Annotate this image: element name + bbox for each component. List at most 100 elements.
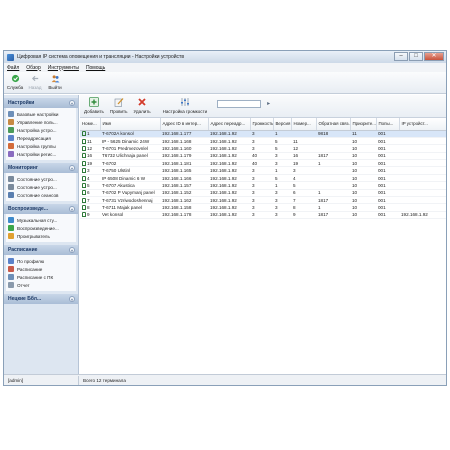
row-number: 1	[87, 131, 90, 137]
table-row[interactable]: 11 IP - 5625 Dinamic 24W 192.168.1.168 192.…	[80, 137, 446, 146]
table-cell	[316, 137, 350, 146]
table-cell	[399, 181, 446, 190]
collapse-icon[interactable]: ˄	[69, 247, 75, 253]
sidebar-item-playback[interactable]: Воспроизведение...	[8, 224, 76, 232]
sidebar-item-schedule[interactable]: Расписание	[8, 265, 76, 273]
table-cell: 1	[316, 159, 350, 168]
table-cell: 16	[80, 152, 100, 161]
table-row[interactable]: 4 IP 6508 Dinamic 6 W 192.168.1.166 192.168…	[80, 174, 446, 183]
back-icon	[31, 75, 38, 82]
sidebar-item-session-status[interactable]: Состояние сеансов	[8, 191, 76, 199]
column-header[interactable]: Приорите...	[350, 118, 377, 131]
player-icon	[8, 233, 14, 239]
sidebar-header-schedule[interactable]: Расписание ˄	[4, 245, 78, 255]
table-cell: IP 6508 Dinamic 6 W	[100, 174, 160, 183]
table-cell: T-6702	[100, 159, 160, 168]
sidebar-header-playback[interactable]: Воспроизведе... ˄	[4, 204, 78, 214]
sidebar-item-device-status-2[interactable]: Состояние устро...	[8, 183, 76, 191]
volume-settings-label: Настройка громкости	[162, 109, 208, 114]
sidebar-item-basic-settings[interactable]: Базовые настройки	[8, 110, 76, 118]
table-row[interactable]: 6 T-6702 P Vupymanj panel 192.168.1.152 192…	[80, 189, 446, 198]
collapse-icon[interactable]: ˄	[69, 100, 75, 106]
menu-help[interactable]: Помощь	[86, 65, 105, 71]
sidebar-item-registration-settings[interactable]: Настройки регис...	[8, 150, 76, 158]
table-row[interactable]: 9 Vet konsol 192.168.1.178 192.168.1.92 3 3 9 1…	[80, 211, 446, 220]
sidebar-item-by-profile[interactable]: По профилю	[8, 257, 76, 265]
column-header[interactable]: Номе...	[80, 118, 101, 131]
table-cell: T-6702A konsol	[100, 130, 160, 138]
table-row[interactable]: 7 T-6731 Vzriwodoshennaj 192.168.1.162 192.…	[80, 196, 446, 205]
filter-icon[interactable]: ▸	[267, 101, 273, 107]
column-header[interactable]: Адрес переадр...	[208, 118, 251, 131]
sidebar-item-player[interactable]: Проигрыватель	[8, 232, 76, 240]
column-header[interactable]: Номер...	[291, 118, 317, 131]
close-button[interactable]: ✕	[424, 52, 444, 61]
filter-input[interactable]	[217, 100, 262, 108]
maximize-button[interactable]: □	[409, 52, 423, 61]
column-header[interactable]: Обратная связ...	[316, 118, 351, 131]
column-header[interactable]: Громкость	[250, 118, 274, 131]
table-row[interactable]: 3 T-6750 Ulstinl 192.168.1.165 192.168.1.92…	[80, 166, 446, 175]
terminal-icon	[82, 145, 86, 151]
volume-settings-button[interactable]: Настройка громкости	[162, 97, 208, 114]
table-cell: 192.168.1.92	[208, 196, 250, 205]
column-header[interactable]: IP устройст...	[399, 118, 446, 131]
minimize-button[interactable]: –	[394, 52, 408, 61]
table-cell: 9	[291, 211, 316, 220]
sidebar-header-settings[interactable]: Настройки ˄	[4, 98, 78, 108]
session-icon	[8, 192, 14, 198]
sidebar-header-other[interactable]: Нецкие Ббл... ˅	[4, 294, 78, 304]
table-row[interactable]: 1 T-6702A konsol 192.168.1.177 192.168.1.92…	[80, 130, 446, 138]
service-icon	[11, 74, 19, 83]
table-row[interactable]: 5 T-6707 Akustica 192.168.1.157 192.168.1.9…	[80, 181, 446, 190]
table-cell: 5	[291, 181, 316, 190]
terminal-icon	[82, 190, 86, 196]
column-header[interactable]: Имя	[100, 118, 161, 131]
sidebar-header-monitoring[interactable]: Мониторинг ˄	[4, 163, 78, 173]
check-label: Провить	[109, 109, 128, 114]
menu-view[interactable]: Обзор	[26, 65, 40, 71]
table-row[interactable]: 8 T-6711 Majak panel 192.168.1.158 192.168.…	[80, 203, 446, 212]
table-cell: 40	[250, 152, 273, 161]
check-button[interactable]: Провить	[109, 97, 128, 114]
menu-tools[interactable]: Инструменты	[48, 65, 79, 71]
sidebar-item-music-studio[interactable]: Музыкальная сту...	[8, 216, 76, 224]
column-header[interactable]: Попы...	[376, 118, 400, 131]
table-row[interactable]: 12 T-6701 Predmezovnlel 192.168.1.160 192.1…	[80, 144, 446, 153]
table-cell: 16	[291, 152, 316, 161]
table-row[interactable]: 19 T-6702 192.168.1.181 192.168.1.92 40 3 19 1 1…	[80, 159, 446, 168]
table-cell: 192.168.1.168	[160, 137, 208, 146]
column-header[interactable]: Версия	[273, 118, 292, 131]
add-button[interactable]: Добавить	[84, 97, 104, 114]
add-label: Добавить	[84, 109, 104, 114]
table-cell: 7	[291, 196, 316, 205]
device-table: Номе... Имя Адрес ID в интер... Адрес пе…	[80, 118, 446, 220]
table-cell: 1817	[316, 196, 350, 205]
table-cell: 192.168.1.92	[208, 159, 250, 168]
table-cell: 6	[80, 189, 100, 198]
sidebar-item-report[interactable]: Отчет	[8, 281, 76, 289]
back-label: Назад	[28, 85, 42, 90]
sidebar-item-group-settings[interactable]: Настройка группы	[8, 142, 76, 150]
delete-button[interactable]: Удалить	[133, 97, 151, 114]
sidebar-item-pc-schedule[interactable]: Расписание с ПК	[8, 273, 76, 281]
expand-icon[interactable]: ˅	[69, 296, 75, 302]
menu-file[interactable]: Файл	[7, 65, 19, 71]
service-button[interactable]: Служба	[7, 74, 23, 93]
sidebar-item-user-management[interactable]: Управление поль...	[8, 118, 76, 126]
table-cell: 11	[350, 130, 376, 138]
collapse-icon[interactable]: ˄	[69, 165, 75, 171]
table-cell: 5	[273, 174, 291, 183]
terminal-icon	[82, 168, 86, 174]
sidebar-item-device-status-1[interactable]: Состояние устро...	[8, 175, 76, 183]
table-cell: 8	[80, 203, 100, 212]
table-cell: 10	[350, 166, 376, 175]
exit-button[interactable]: Выйти	[47, 74, 63, 93]
column-header[interactable]: Адрес ID в интер...	[160, 118, 209, 131]
collapse-icon[interactable]: ˄	[69, 206, 75, 212]
table-row[interactable]: 16 T6732 Ulichnaja panel 192.168.1.179 192.…	[80, 152, 446, 161]
sidebar-item-device-settings[interactable]: Настройка устро...	[8, 126, 76, 134]
back-button[interactable]: Назад	[27, 74, 43, 93]
sidebar-item-forwarding[interactable]: Переадресация	[8, 134, 76, 142]
terminal-icon	[82, 197, 86, 203]
